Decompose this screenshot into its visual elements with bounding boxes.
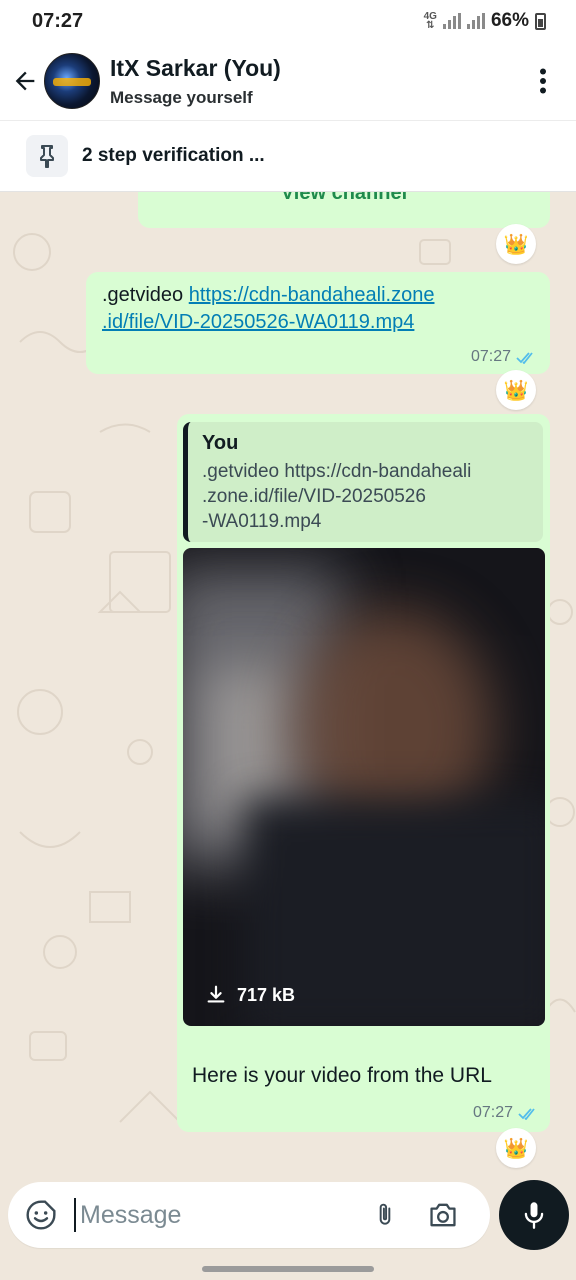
contact-subtitle: Message yourself — [110, 87, 253, 107]
pin-icon-box — [26, 135, 68, 177]
mic-icon — [524, 1202, 544, 1229]
network-type: 4G ⇅ — [423, 11, 437, 31]
camera-button[interactable] — [420, 1194, 466, 1236]
message-time: 07:27 — [472, 1104, 513, 1121]
download-icon — [207, 985, 225, 1003]
status-bar: 07:27 4G ⇅ 66% — [0, 0, 576, 42]
download-button[interactable]: 717 kB — [205, 984, 295, 1006]
voice-message-button[interactable] — [499, 1180, 569, 1250]
double-check-icon — [516, 351, 533, 364]
crown-emoji: 👑 — [503, 379, 529, 402]
battery-percent: 66% — [490, 10, 529, 31]
quoted-message[interactable]: You .getvideo https://cdn-bandaheali .zo… — [183, 422, 543, 542]
camera-icon — [430, 1203, 456, 1227]
chat-header: ItX Sarkar (You) Message yourself — [0, 42, 576, 120]
quote-text: .getvideo https://cdn-bandaheali .zone.i… — [202, 461, 472, 532]
channel-card-bubble[interactable]: View channel — [138, 192, 550, 228]
home-indicator[interactable] — [202, 1266, 374, 1272]
signal-icon — [442, 13, 461, 29]
text-caret — [74, 1198, 76, 1232]
view-channel-button[interactable]: View channel — [138, 192, 550, 205]
message-meta: 07:27 — [471, 348, 536, 366]
avatar[interactable] — [44, 53, 100, 109]
crown-emoji: 👑 — [503, 233, 529, 256]
pinned-message-bar[interactable]: 2 step verification ... — [0, 120, 576, 192]
composer — [0, 1180, 576, 1252]
message-input[interactable] — [80, 1200, 350, 1230]
message-bubble-link[interactable]: .getvideo https://cdn-bandaheali.zone .i… — [86, 272, 550, 374]
more-options-button[interactable] — [518, 51, 568, 111]
message-meta: 07:27 — [473, 1104, 538, 1122]
pin-icon — [40, 145, 54, 168]
contact-name: ItX Sarkar (You) — [110, 54, 281, 81]
sticker-icon — [26, 1200, 56, 1230]
back-button[interactable] — [0, 51, 50, 111]
contact-info[interactable]: ItX Sarkar (You) Message yourself — [110, 55, 518, 108]
status-time: 07:27 — [32, 9, 84, 32]
command-text: .getvideo — [102, 284, 184, 306]
video-link-line2[interactable]: .id/file/VID-20250526-WA0119.mp4 — [102, 311, 414, 333]
signal-icon-2 — [466, 13, 485, 29]
battery-icon — [535, 12, 546, 30]
video-link-line1[interactable]: https://cdn-bandaheali.zone — [189, 284, 435, 306]
reaction-badge[interactable]: 👑 — [496, 224, 536, 264]
paperclip-icon — [379, 1203, 391, 1225]
pinned-message-text: 2 step verification ... — [82, 145, 265, 166]
more-vertical-icon — [540, 68, 546, 94]
video-thumbnail[interactable]: 717 kB — [183, 548, 545, 1026]
chat-area[interactable]: View channel 👑 .getvideo https://cdn-ban… — [0, 192, 576, 1180]
reaction-badge[interactable]: 👑 — [496, 370, 536, 410]
message-text: .getvideo https://cdn-bandaheali.zone .i… — [102, 282, 534, 336]
double-check-icon — [518, 1107, 535, 1120]
status-indicators: 4G ⇅ 66% — [424, 10, 546, 32]
message-input-pill[interactable] — [8, 1182, 490, 1248]
attach-button[interactable] — [364, 1194, 406, 1236]
crown-emoji: 👑 — [503, 1137, 529, 1160]
quote-author: You — [202, 432, 239, 454]
arrow-left-icon — [15, 71, 35, 91]
sticker-button[interactable] — [20, 1194, 62, 1236]
reaction-badge[interactable]: 👑 — [496, 1128, 536, 1168]
message-time: 07:27 — [470, 348, 511, 365]
video-file-size: 717 kB — [237, 984, 296, 1005]
video-caption: Here is your video from the URL — [192, 1064, 492, 1087]
